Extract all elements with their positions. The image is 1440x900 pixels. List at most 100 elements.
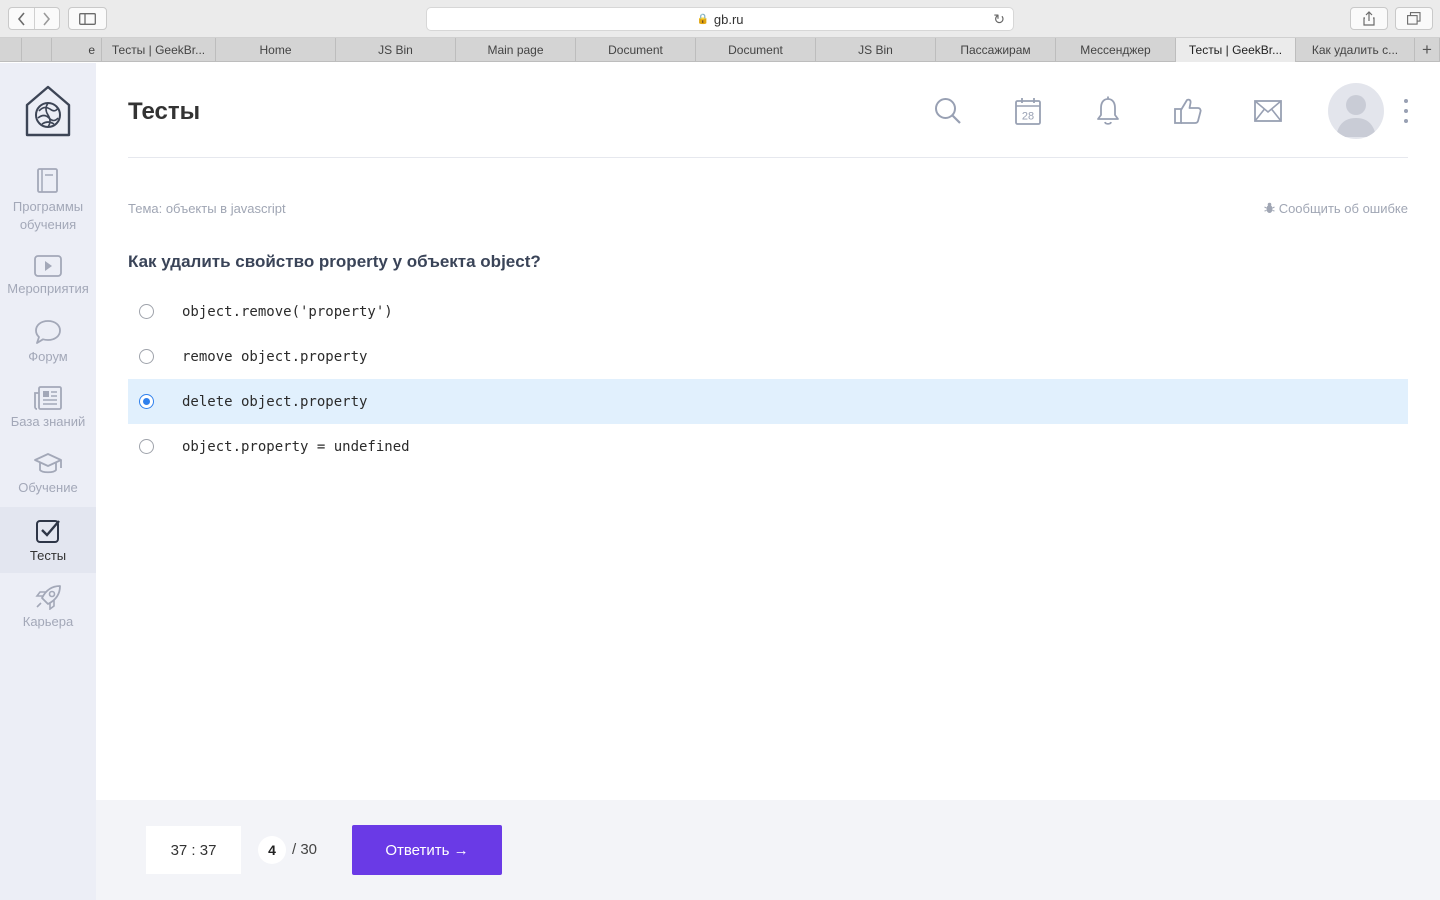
sidebar-item-forum[interactable]: Форум [0,319,96,369]
share-button[interactable] [1350,7,1388,30]
calendar-icon: 28 [1015,98,1041,125]
lock-icon: 🔒 [696,13,709,25]
current-question-number: 4 [258,836,286,864]
graduation-cap-icon [34,453,62,474]
sidebar-item-events[interactable]: Мероприятия [0,255,96,305]
tab-bar: e Тесты | GeekBr... Home JS Bin Main pag… [0,38,1440,62]
answer-option[interactable]: object.remove('property') [128,289,1408,334]
show-tabs-button[interactable] [1395,7,1433,30]
tab-label: Как удалить с... [1311,43,1399,57]
messages-button[interactable] [1253,96,1283,126]
bell-icon [1097,96,1119,125]
browser-tab[interactable]: Document [696,38,816,62]
report-error-link[interactable]: Сообщить об ошибке [1264,201,1408,216]
plus-icon: + [1422,40,1432,59]
browser-tab[interactable] [0,38,22,62]
browser-tab[interactable]: Как удалить с... [1296,38,1415,62]
reload-icon[interactable]: ↻ [993,11,1005,28]
bug-icon [1264,202,1275,213]
chevron-left-icon [17,11,25,26]
tab-label: Мессенджер [1080,43,1151,57]
browser-tab[interactable] [22,38,52,62]
test-footer: 37 : 37 4 / 30 Ответить → [96,800,1440,900]
sidebar-item-education[interactable]: Обучение [0,452,96,502]
thumbs-up-icon [1174,98,1202,124]
tab-label: Тесты | GeekBr... [1188,43,1283,57]
tab-label: Document [608,43,663,57]
sidebar-item-label: Тесты [29,548,67,563]
sidebar-item-label: Программы обучения [12,199,84,232]
mail-icon [1254,100,1282,122]
forward-button[interactable] [33,8,60,29]
radio-button[interactable] [139,349,154,364]
browser-tab-active[interactable]: Тесты | GeekBr... [1176,38,1296,62]
total-questions: / 30 [292,841,318,858]
tab-label: Тесты | GeekBr... [111,43,206,57]
history-nav [8,7,60,30]
video-icon [34,255,62,277]
report-error-label: Сообщить об ошибке [1278,201,1408,216]
browser-tab[interactable]: Main page [456,38,576,62]
book-icon [37,168,58,193]
sidebar-item-label: База знаний [10,414,86,429]
sidebar-item-career[interactable]: Карьера [0,584,96,634]
browser-tab[interactable]: JS Bin [816,38,936,62]
header-divider [128,157,1408,158]
sidebar-item-knowledge-base[interactable]: База знаний [0,386,96,436]
browser-tab[interactable]: Мессенджер [1056,38,1176,62]
sidebar-item-label: Обучение [18,480,78,495]
radio-button[interactable] [139,304,154,319]
main-content: Тесты 28 Тема: объекты в javascript Сооб… [96,63,1440,800]
tab-label: Home [259,43,292,57]
test-topic: Тема: объекты в javascript [128,201,286,216]
search-button[interactable] [933,96,963,126]
submit-answer-button[interactable]: Ответить → [352,825,502,875]
address-bar[interactable]: 🔒 gb.ru ↻ [426,7,1014,31]
sidebar-item-label: Мероприятия [7,281,89,296]
calendar-day: 28 [1022,111,1034,123]
sidebar-icon [79,12,96,25]
browser-tab[interactable]: e [52,38,102,62]
tab-label: Пассажирам [960,43,1031,57]
new-tab-button[interactable]: + [1415,38,1440,62]
browser-tab[interactable]: Home [216,38,336,62]
tab-label: JS Bin [858,43,893,57]
answer-text: object.property = undefined [182,438,410,455]
chat-icon [35,320,61,344]
browser-tab[interactable]: JS Bin [336,38,456,62]
answer-option[interactable]: remove object.property [128,334,1408,379]
answer-list: object.remove('property') remove object.… [128,289,1408,469]
back-button[interactable] [9,8,34,29]
checkbox-icon [36,520,60,543]
browser-tab[interactable]: Пассажирам [936,38,1056,62]
chevron-right-icon [43,11,51,26]
rocket-icon [35,585,61,610]
share-icon [1363,11,1375,26]
radio-button[interactable] [139,439,154,454]
answer-option[interactable]: object.property = undefined [128,424,1408,469]
sidebar-item-tests[interactable]: Тесты [0,507,96,573]
answer-text: delete object.property [182,393,368,410]
tab-label: Document [728,43,783,57]
notifications-button[interactable] [1093,96,1123,126]
tab-label: JS Bin [378,43,413,57]
avatar[interactable] [1328,83,1384,139]
geekbrains-logo[interactable] [24,83,72,139]
answer-option-selected[interactable]: delete object.property [128,379,1408,424]
tab-label: e [88,43,95,57]
calendar-button[interactable]: 28 [1013,96,1043,126]
timer: 37 : 37 [146,826,241,874]
main-sidebar: Программы обучения Мероприятия Форум Баз… [0,63,96,900]
question-text: Как удалить свойство property у объекта … [128,252,541,271]
search-icon [935,98,961,124]
sidebar-item-programs[interactable]: Программы обучения [0,167,96,237]
tab-label: Main page [487,43,544,57]
url-text: gb.ru [713,11,744,27]
browser-tab[interactable]: Тесты | GeekBr... [102,38,216,62]
sidebar-item-label: Форум [28,349,68,364]
sidebar-toggle-button[interactable] [68,7,107,30]
likes-button[interactable] [1173,96,1203,126]
radio-button-checked[interactable] [139,394,154,409]
more-options-icon[interactable] [1398,99,1414,123]
browser-tab[interactable]: Document [576,38,696,62]
